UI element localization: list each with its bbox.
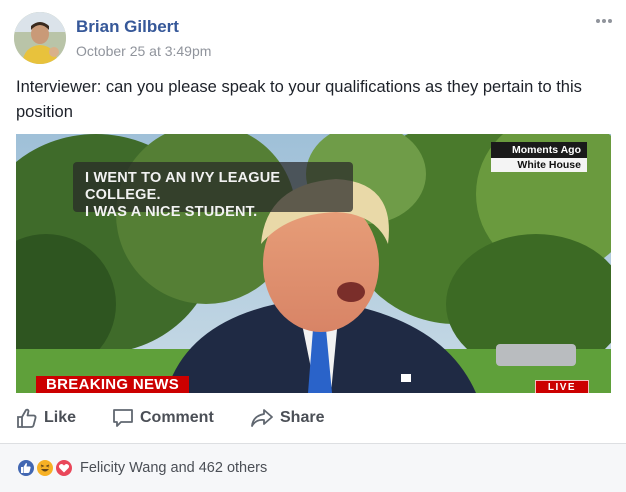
avatar[interactable] (14, 12, 66, 64)
location-tag: Moments Ago White House (491, 142, 587, 172)
love-icon (54, 458, 74, 478)
post-timestamp[interactable]: October 25 at 3:49pm (76, 43, 211, 59)
post-text: Interviewer: can you please speak to you… (16, 78, 582, 121)
like-button[interactable]: Like (16, 405, 76, 431)
comment-label: Comment (140, 409, 214, 426)
comment-icon (113, 409, 133, 427)
video-caption: I WENT TO AN IVY LEAGUE COLLEGE. I WAS A… (73, 162, 353, 220)
haha-icon (35, 458, 55, 478)
author-name[interactable]: Brian Gilbert (76, 17, 179, 37)
reaction-icons[interactable] (16, 458, 76, 478)
thumbs-up-icon (17, 408, 37, 428)
post-image[interactable]: I WENT TO AN IVY LEAGUE COLLEGE. I WAS A… (16, 134, 611, 393)
tag-moments-ago: Moments Ago (491, 142, 587, 158)
more-options-button[interactable] (592, 12, 616, 30)
like-icon (16, 458, 36, 478)
ellipsis-dot (602, 19, 606, 23)
breaking-news-banner: BREAKING NEWS (36, 376, 190, 393)
caption-line-2: I WAS A NICE STUDENT. (85, 204, 258, 220)
ellipsis-icon (596, 19, 600, 23)
share-label: Share (280, 409, 325, 426)
post-actions: Like Comment Share (16, 403, 612, 433)
ellipsis-dot (608, 19, 612, 23)
share-button[interactable]: Share (250, 405, 324, 431)
reactions-bar: Felicity Wang and 462 others (0, 444, 626, 492)
live-badge: LIVE (535, 380, 589, 393)
like-label: Like (44, 409, 77, 426)
caption-line-1: I WENT TO AN IVY LEAGUE COLLEGE. (85, 170, 281, 203)
tag-location: White House (491, 158, 587, 172)
comment-button[interactable]: Comment (112, 405, 214, 431)
share-icon (251, 409, 273, 427)
facebook-post: Brian Gilbert October 25 at 3:49pm Inter… (0, 0, 626, 492)
reaction-summary[interactable]: Felicity Wang and 462 others (80, 460, 267, 476)
